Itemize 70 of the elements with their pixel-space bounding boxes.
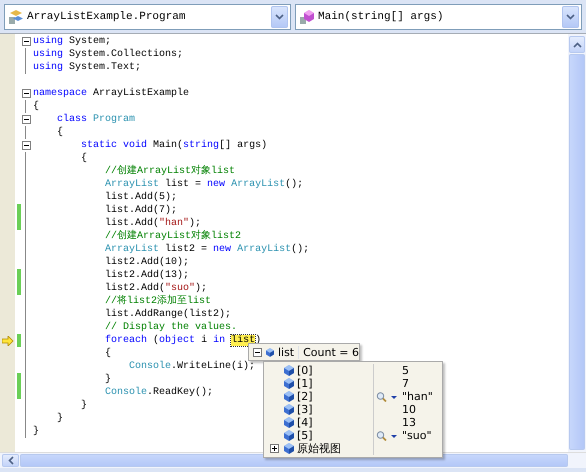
class-icon — [8, 9, 24, 25]
caret-icon — [566, 14, 575, 20]
item-name: [5] — [297, 429, 313, 442]
variable-value: Count = 6 — [298, 346, 359, 358]
code-line: //将list2添加至list — [104, 295, 212, 308]
item-name: 原始视图 — [297, 442, 341, 455]
method-icon — [299, 9, 315, 25]
collapse-icon[interactable] — [22, 89, 30, 98]
code-line: list2.Add(10); — [104, 256, 190, 269]
item-name: [3] — [297, 403, 313, 416]
item-value: "suo" — [402, 429, 432, 442]
cube-icon — [284, 430, 294, 441]
expand-icon[interactable] — [270, 444, 278, 453]
scrollbar-thumb[interactable] — [20, 454, 568, 467]
scroll-up-button[interactable] — [569, 36, 585, 53]
collapse-icon[interactable] — [253, 348, 262, 356]
code-line: //创建ArrayList对象list2 — [104, 230, 242, 243]
code-line: { — [80, 152, 88, 165]
code-line: static void Main(string[] args) — [80, 139, 268, 152]
collapse-icon[interactable] — [22, 141, 30, 150]
code-line: // Display the values. — [104, 321, 238, 334]
code-line: } — [56, 412, 64, 425]
code-line: { — [32, 100, 40, 113]
item-value: "han" — [402, 390, 433, 403]
code-line: { — [56, 126, 64, 139]
item-name: [4] — [297, 416, 313, 429]
magnifier-icon[interactable] — [376, 392, 398, 402]
item-name: [2] — [297, 390, 313, 403]
code-line: ArrayList list = new ArrayList(); — [104, 178, 304, 191]
cube-icon — [284, 443, 294, 454]
caret-icon — [275, 14, 284, 20]
item-name: [1] — [297, 377, 313, 390]
code-line: //创建ArrayList对象list — [104, 165, 236, 178]
item-value: 7 — [402, 377, 409, 390]
code-line: using System; — [32, 35, 112, 48]
code-line: Console.WriteLine(i); — [128, 360, 256, 373]
item-value: 13 — [402, 416, 416, 429]
code-line: Console.ReadKey(); — [104, 386, 214, 399]
scrollbar-thumb[interactable] — [569, 54, 585, 450]
code-line: list2.Add(13); — [104, 269, 190, 282]
type-dropdown[interactable]: ArrayListExample.Program — [4, 4, 291, 30]
variable-name: list — [278, 346, 296, 358]
item-value: 5 — [402, 364, 409, 377]
code-line: list2.Add("suo"); — [104, 282, 208, 294]
code-line: list.Add(7); — [104, 204, 178, 217]
code-line: } — [80, 399, 88, 412]
cube-icon — [284, 391, 294, 402]
cube-icon — [284, 365, 294, 376]
code-line: } — [32, 425, 40, 438]
code-line: namespace ArrayListExample — [32, 87, 190, 100]
cube-icon — [284, 378, 294, 389]
code-line: class Program — [56, 113, 136, 126]
cube-icon — [284, 404, 294, 415]
item-value: 10 — [402, 403, 416, 416]
code-line: list.Add(5); — [104, 191, 178, 204]
code-line: } — [104, 373, 112, 386]
code-line: list.Add("han"); — [104, 217, 202, 230]
code-line: using System.Text; — [32, 61, 142, 74]
code-line: using System.Collections; — [32, 48, 184, 61]
collapse-icon[interactable] — [22, 115, 30, 124]
member-dropdown[interactable]: Main(string[] args) — [295, 4, 582, 30]
collapse-icon[interactable] — [22, 37, 30, 46]
code-line: { — [104, 347, 112, 360]
cube-icon — [266, 346, 274, 358]
item-name: [0] — [297, 364, 313, 377]
magnifier-icon[interactable] — [376, 430, 398, 440]
cube-icon — [284, 417, 294, 428]
code-line: list.AddRange(list2); — [104, 308, 232, 321]
scroll-left-button[interactable] — [2, 454, 19, 467]
code-line: ArrayList list2 = new ArrayList(); — [104, 243, 310, 256]
